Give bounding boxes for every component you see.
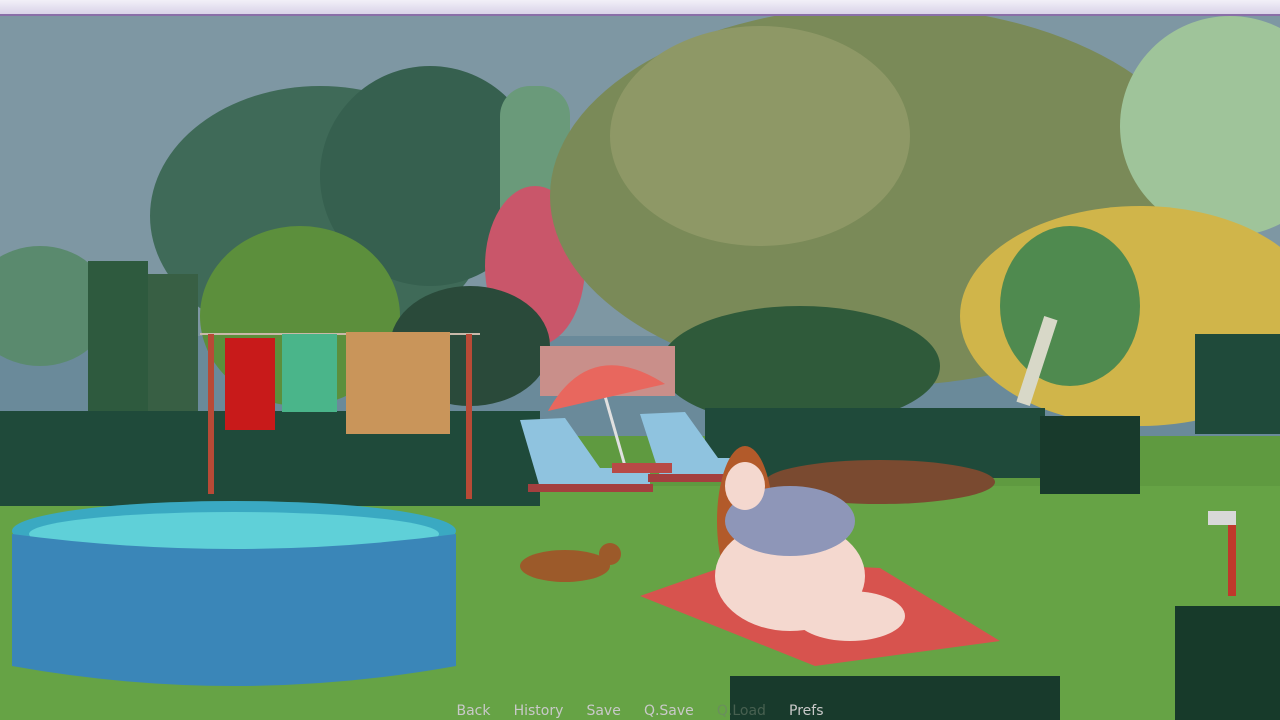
pool-wall — [12, 534, 456, 686]
tree-large-olive-2 — [610, 26, 910, 246]
history-button[interactable]: History — [514, 701, 564, 720]
cloth-red — [225, 338, 275, 430]
clothesline-pole-left — [208, 334, 214, 494]
garden-tap-pipe — [1228, 516, 1236, 596]
save-button[interactable]: Save — [586, 701, 620, 720]
quick-load-button[interactable]: Q.Load — [717, 701, 766, 720]
garden-scene — [0, 16, 1280, 720]
dog-head — [599, 543, 621, 565]
woman-legs — [795, 591, 905, 641]
quick-save-button[interactable]: Q.Save — [644, 701, 694, 720]
hedge-column-1 — [88, 261, 148, 431]
woman-head — [725, 462, 765, 510]
dog — [520, 550, 610, 582]
hedge-column-2 — [148, 274, 198, 424]
clothesline-pole-right — [466, 334, 472, 499]
tree-green-small — [1000, 226, 1140, 386]
cloth-tan — [346, 332, 450, 434]
quick-menu: Back History Save Q.Save Q.Load Prefs — [0, 700, 1280, 720]
hedge-far-right — [1195, 334, 1280, 434]
prefs-button[interactable]: Prefs — [789, 701, 823, 720]
lounger-left-frame — [528, 484, 653, 492]
side-table — [612, 463, 672, 473]
hedge-right-end — [1040, 416, 1140, 494]
window-title-bar — [0, 0, 1280, 16]
cloth-teal — [282, 334, 337, 412]
back-button[interactable]: Back — [456, 701, 490, 720]
game-stage: Back History Save Q.Save Q.Load Prefs — [0, 0, 1280, 720]
garden-tap — [1208, 511, 1236, 525]
